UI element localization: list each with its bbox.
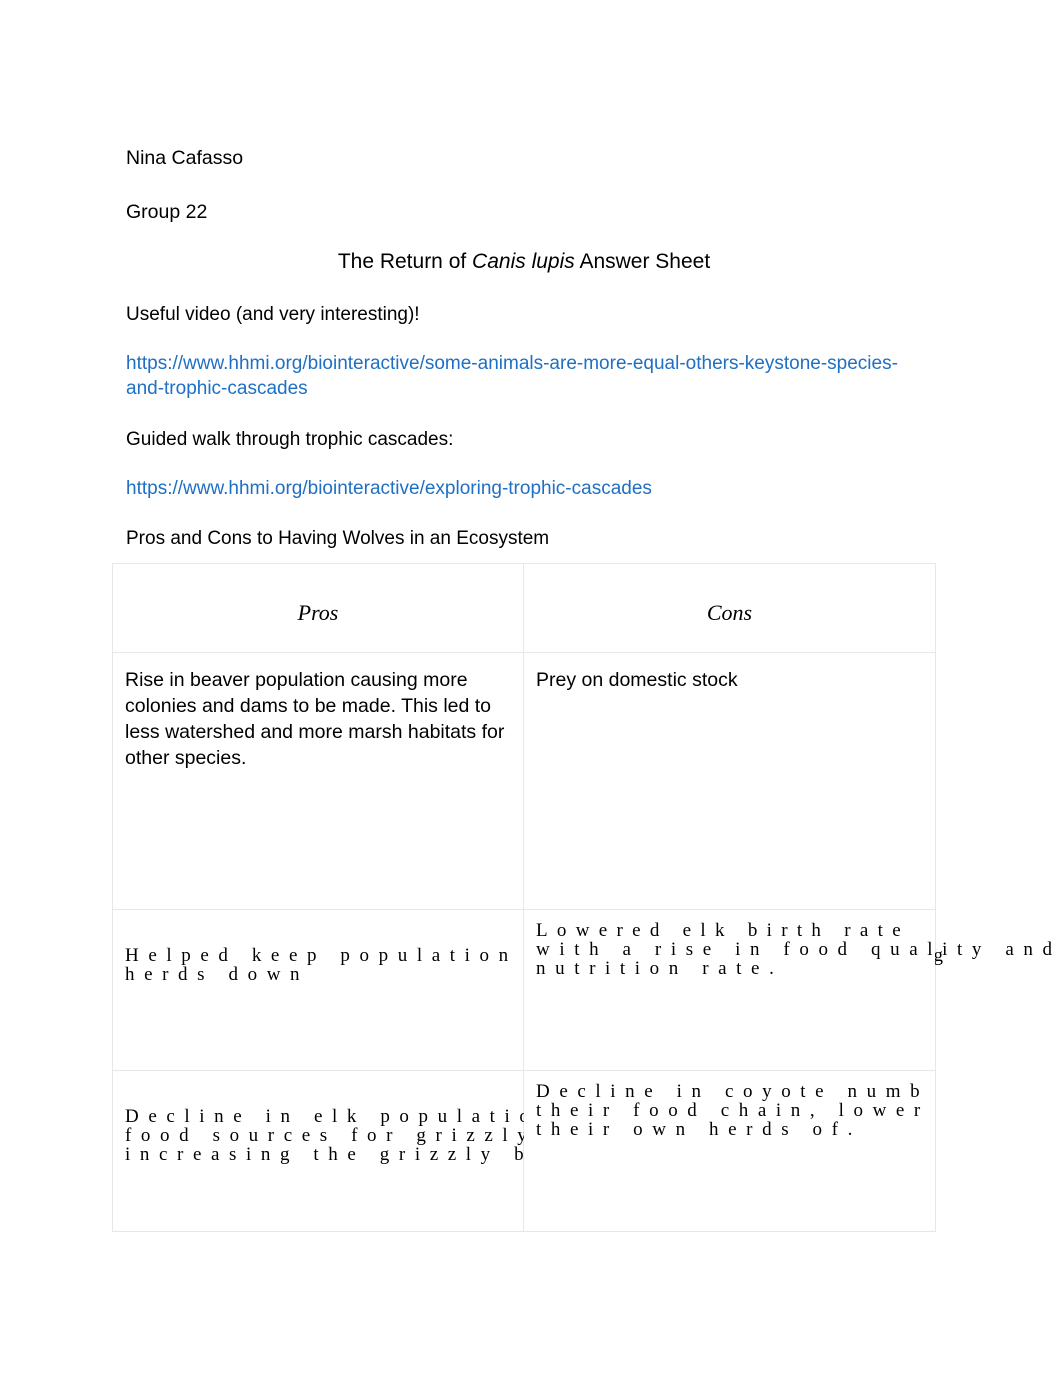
table-header-cell-cons: Cons [523,563,936,653]
cons-text-2-line-1: Lowered elk birth rate [536,920,910,941]
page-title: The Return of Canis lupis Answer Sheet [126,248,936,275]
table-row: Helped keep population numbers of large … [112,909,1062,1071]
document-body: Nina Cafasso Group 22 The Return of Cani… [126,146,936,573]
table-cell-cons-2: Lowered elk birth rate with a rise in fo… [523,909,1062,1071]
column-header-cons: Cons [706,600,753,625]
pros-cons-table-wrapper: Pros Cons Rise in beaver population caus… [112,563,1062,1251]
table-cell-pros-1: Rise in beaver population causing more c… [112,652,524,910]
cons-text-2-line-2: with a rise in food quality and l [536,939,1062,960]
cons-text-2: Lowered elk birth rate with a rise in fo… [536,921,1062,978]
table-header-row: Pros Cons [112,563,936,653]
hyperlink-keystone-species[interactable]: https://www.hhmi.org/biointeractive/some… [126,352,916,401]
document-page: Nina Cafasso Group 22 The Return of Cani… [0,0,1062,1377]
pros-cons-table: Pros Cons Rise in beaver population caus… [112,563,1062,1232]
table-row: Decline in elk population more food sour… [112,1070,936,1232]
cons-text-3-line-2: their food chain, lower [536,1100,930,1121]
cons-text-3: Decline in coyote numb their food chain,… [536,1082,930,1139]
table-caption: Pros and Cons to Having Wolves in an Eco… [126,528,550,550]
title-suffix: Answer Sheet [574,250,711,274]
title-species-name: Canis lupis [472,250,575,274]
table-cell-pros-2: Helped keep population numbers of large … [112,909,943,1071]
table-row: Rise in beaver population causing more c… [112,652,936,910]
table-cell-cons-3: Decline in coyote numb their food chain,… [523,1070,936,1232]
video-intro-text: Useful video (and very interesting)! [126,304,420,326]
guided-walk-intro-text: Guided walk through trophic cascades: [126,428,454,450]
cons-text-3-line-1: Decline in coyote numb [536,1081,930,1102]
table-header-cell-pros: Pros [112,563,524,653]
cons-text-2-line-3: nutrition rate. [536,958,784,979]
cons-text-1: Prey on domestic stock [536,669,738,691]
cons-text-3-line-3: their own herds of. [536,1119,862,1140]
table-cell-cons-1: Prey on domestic stock [523,652,936,910]
group-number: Group 22 [126,200,208,223]
hyperlink-exploring-trophic-cascades[interactable]: https://www.hhmi.org/biointeractive/expl… [126,477,936,502]
title-prefix: The Return of [337,250,473,274]
author-name: Nina Cafasso [126,147,244,169]
column-header-pros: Pros [297,600,339,625]
pros-text-1: Rise in beaver population causing more c… [125,669,505,770]
table-cell-pros-3: Decline in elk population more food sour… [112,1070,782,1232]
